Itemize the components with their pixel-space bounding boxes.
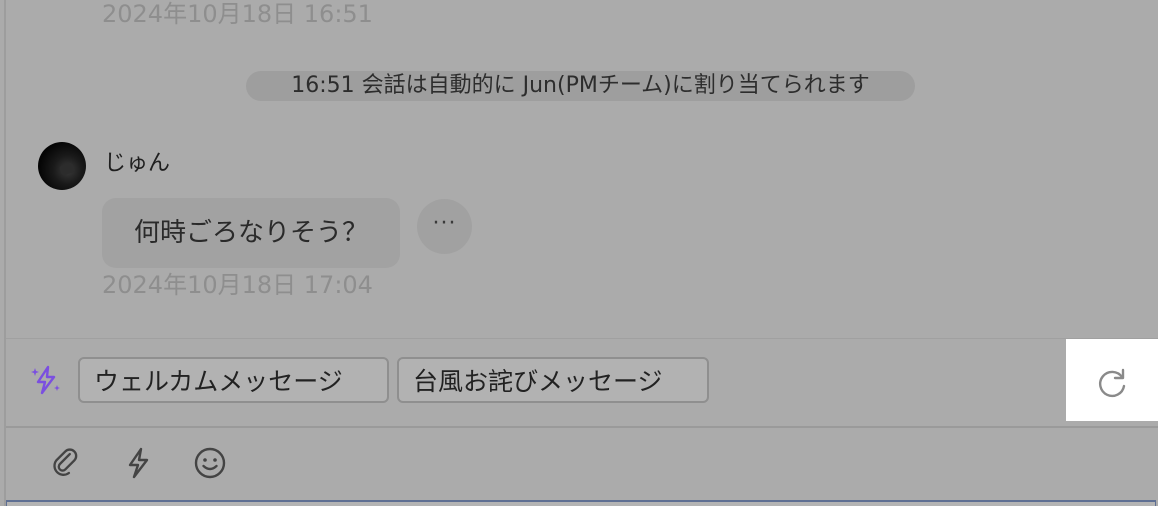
panel-border [4, 0, 6, 506]
message-input[interactable] [6, 500, 1156, 506]
message-timestamp: 2024年10月18日 17:04 [102, 271, 373, 299]
avatar[interactable] [38, 142, 86, 190]
emoji-icon[interactable] [193, 446, 227, 480]
paperclip-icon[interactable] [48, 446, 82, 480]
lightning-icon[interactable] [121, 446, 155, 480]
previous-message-timestamp: 2024年10月18日 16:51 [102, 0, 373, 28]
composer-divider [6, 426, 1158, 428]
suggestion-chip-typhoon-apology[interactable]: 台風お詫びメッセージ [397, 357, 709, 403]
chat-window: 2024年10月18日 16:51 16:51 会話は自動的に Jun(PMチー… [0, 0, 1158, 506]
sparkle-bolt-icon [31, 365, 60, 395]
message-more-button[interactable]: ··· [417, 199, 472, 254]
system-assignment-notice: 16:51 会話は自動的に Jun(PMチーム)に割り当てられます [246, 71, 915, 101]
refresh-suggestions-button[interactable] [1066, 339, 1158, 421]
suggestion-chip-welcome[interactable]: ウェルカムメッセージ [78, 357, 389, 403]
refresh-icon [1099, 368, 1126, 398]
message-bubble[interactable]: 何時ごろなりそう？ [102, 198, 400, 268]
sender-name: じゅん [104, 151, 171, 176]
